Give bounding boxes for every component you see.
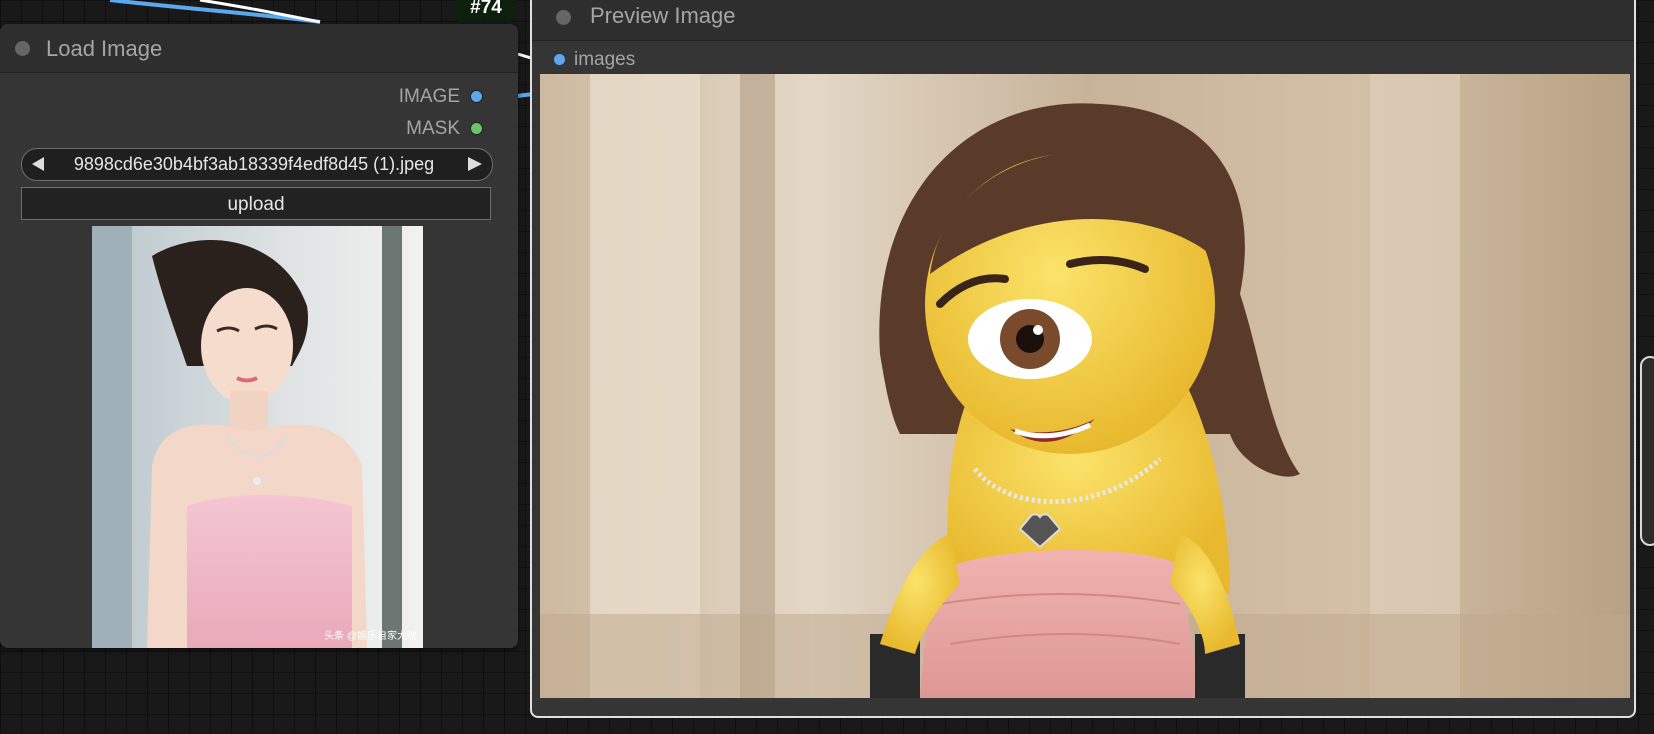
upload-button[interactable]: upload <box>21 187 491 220</box>
load-image-header[interactable]: Load Image <box>0 24 518 73</box>
combo-prev-arrow-icon[interactable] <box>32 157 44 171</box>
input-label-images: images <box>574 49 636 70</box>
collapse-toggle-icon[interactable] <box>15 41 30 56</box>
thumbnail-watermark: 头条 @娱乐自家大咖 <box>324 631 417 642</box>
side-scroll-handle[interactable] <box>1640 356 1654 546</box>
preview-image-node[interactable]: Preview Image images <box>530 0 1636 718</box>
input-slot-images-icon[interactable] <box>554 54 565 65</box>
node-title: Load Image <box>46 36 163 61</box>
output-label-image: IMAGE <box>398 86 460 107</box>
image-file-combo[interactable]: 9898cd6e30b4bf3ab18339f4edf8d45 (1).jpeg <box>21 148 493 181</box>
input-image-thumbnail: 头条 @娱乐自家大咖 <box>92 226 423 648</box>
preview-output-image <box>540 74 1630 698</box>
node-title: Preview Image <box>590 3 736 28</box>
combo-next-arrow-icon[interactable] <box>468 157 482 171</box>
node-id-badge: #74 <box>456 0 516 22</box>
load-image-node[interactable]: Load Image IMAGE MASK 9898cd6e30b4bf3ab1… <box>0 24 518 648</box>
output-label-mask: MASK <box>406 118 460 139</box>
output-slot-mask-icon[interactable] <box>470 122 483 135</box>
collapse-toggle-icon[interactable] <box>556 10 571 25</box>
output-slot-image-icon[interactable] <box>470 90 483 103</box>
combo-value: 9898cd6e30b4bf3ab18339f4edf8d45 (1).jpeg <box>73 154 435 174</box>
preview-image-header[interactable]: Preview Image <box>532 0 1634 41</box>
